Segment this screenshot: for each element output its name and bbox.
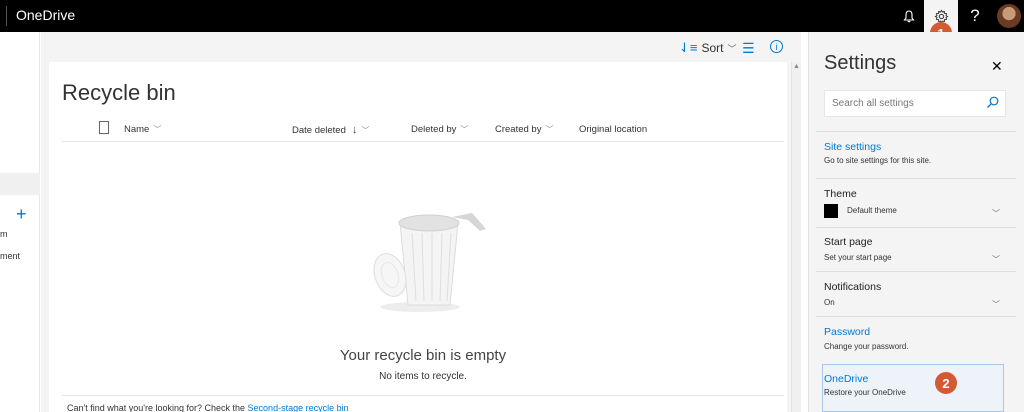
chevron-down-icon[interactable]: ﹀ — [992, 208, 1000, 219]
notifications-button[interactable] — [892, 0, 926, 32]
scroll-up-icon[interactable]: ▲ — [793, 63, 800, 70]
settings-search-input[interactable] — [832, 91, 982, 116]
account-button[interactable] — [994, 0, 1024, 32]
empty-state-title: Your recycle bin is empty — [339, 347, 507, 364]
column-header-original-location[interactable]: Original location — [579, 124, 647, 135]
start-page-label: Start page — [824, 236, 873, 248]
empty-recycle-bin-illustration — [373, 213, 486, 312]
settings-divider — [816, 316, 1016, 317]
header-divider — [62, 141, 784, 142]
file-type-icon — [99, 121, 109, 134]
settings-divider — [816, 271, 1016, 272]
notifications-label: Notifications — [824, 281, 882, 293]
app-launcher-separator — [6, 6, 7, 26]
footer-text: Can't find what you're looking for? Chec… — [67, 403, 248, 412]
chevron-down-icon: ﹀ — [545, 125, 554, 134]
add-icon[interactable]: + — [16, 204, 27, 225]
column-header-deleted-by-label: Deleted by — [411, 124, 457, 135]
search-icon[interactable] — [986, 96, 999, 109]
column-header-date-deleted-label: Date deleted — [292, 124, 346, 136]
app-name[interactable]: OneDrive — [16, 7, 75, 23]
settings-title: Settings — [824, 52, 897, 74]
settings-divider — [816, 131, 1016, 132]
footer-divider — [62, 395, 784, 396]
column-header-created-by-label: Created by — [495, 124, 542, 135]
theme-label: Theme — [824, 188, 857, 200]
start-page-desc[interactable]: Set your start page — [824, 253, 892, 262]
notifications-value[interactable]: On — [824, 298, 835, 307]
sort-descending-icon: ↓ — [351, 124, 358, 136]
chevron-down-icon: ﹀ — [153, 125, 162, 134]
theme-value[interactable]: Default theme — [847, 206, 897, 215]
sort-button[interactable]: ⇃≡ Sort ﹀ — [679, 40, 737, 56]
onedrive-link[interactable]: OneDrive — [824, 373, 868, 385]
footer-note: Can't find what you're looking for? Chec… — [67, 403, 349, 412]
chevron-down-icon: ﹀ — [361, 125, 370, 135]
onedrive-desc: Restore your OneDrive — [824, 388, 906, 397]
left-navigation: + m ment — [0, 32, 40, 412]
bell-icon — [903, 9, 915, 22]
column-header-name-label: Name — [124, 124, 150, 135]
chevron-down-icon[interactable]: ﹀ — [992, 254, 1000, 265]
settings-search-box[interactable] — [824, 90, 1006, 117]
theme-swatch[interactable] — [824, 204, 838, 218]
close-icon[interactable]: ✕ — [991, 58, 1003, 75]
settings-divider — [816, 227, 1016, 228]
column-header-created-by[interactable]: Created by ﹀ — [495, 124, 553, 135]
avatar — [997, 4, 1021, 28]
chevron-down-icon: ﹀ — [460, 125, 469, 134]
sort-label: Sort — [701, 41, 724, 55]
help-icon: ? — [970, 6, 980, 25]
password-link[interactable]: Password — [824, 326, 870, 338]
page-title: Recycle bin — [62, 80, 176, 105]
help-button[interactable]: ? — [958, 0, 992, 32]
site-settings-link[interactable]: Site settings — [824, 141, 881, 153]
settings-divider — [816, 178, 1016, 179]
sort-icon: ⇃≡ — [679, 40, 698, 55]
column-header-original-location-label: Original location — [579, 124, 648, 135]
nav-selected-item[interactable] — [0, 173, 40, 195]
chevron-down-icon: ﹀ — [727, 43, 737, 54]
site-settings-desc: Go to site settings for this site. — [824, 156, 932, 165]
top-bar: OneDrive ? — [0, 0, 1024, 32]
column-header-date-deleted[interactable]: Date deleted ↓ ﹀ — [292, 124, 369, 136]
info-icon[interactable]: i — [770, 40, 783, 53]
password-desc: Change your password. — [824, 342, 909, 351]
nav-item-truncated-2[interactable]: ment — [0, 251, 20, 261]
empty-state-subtitle: No items to recycle. — [379, 371, 467, 382]
column-header-name[interactable]: Name ﹀ — [124, 124, 161, 135]
chevron-down-icon[interactable]: ﹀ — [992, 299, 1000, 310]
nav-item-truncated-1[interactable]: m — [0, 229, 8, 239]
settings-panel — [808, 32, 1024, 412]
vertical-scrollbar[interactable]: ▲ — [791, 62, 801, 412]
second-stage-recycle-bin-link[interactable]: Second-stage recycle bin — [248, 403, 349, 412]
view-options-icon[interactable]: ☰ — [742, 40, 755, 57]
step-badge-2: 2 — [935, 372, 957, 394]
column-header-deleted-by[interactable]: Deleted by ﹀ — [411, 124, 468, 135]
